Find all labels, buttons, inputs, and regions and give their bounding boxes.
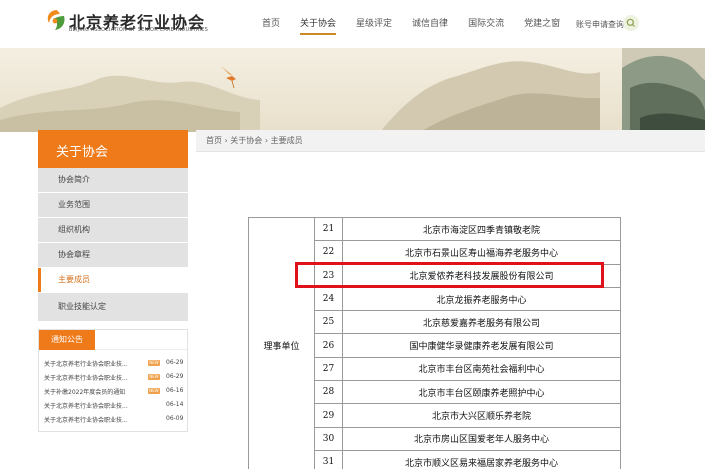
sidebar-item-skill-certification[interactable]: 职业技能认定: [38, 293, 188, 321]
member-name: 北京市大兴区顺乐养老院: [342, 403, 621, 428]
association-logo-icon[interactable]: [44, 8, 68, 32]
new-badge: NEW: [148, 388, 160, 394]
table-row: 理事单位 21 北京市海淀区四季青镇敬老院: [248, 216, 621, 469]
nav-party[interactable]: 党建之窗: [524, 0, 560, 48]
nav-about[interactable]: 关于协会: [300, 0, 337, 48]
new-badge: NEW: [148, 374, 160, 380]
member-number: 29: [314, 403, 343, 428]
member-number: 28: [314, 380, 343, 405]
breadcrumb[interactable]: 首页 › 关于协会 › 主要成员: [196, 130, 705, 152]
notice-item-text[interactable]: 关于北京养老行业协会职业技...: [44, 401, 128, 410]
sidebar-item-scope[interactable]: 业务范围: [38, 193, 188, 217]
member-number: 31: [314, 449, 343, 469]
site-subtitle-en: BEIJING ASSOCIATION OF SENIOR CARE INDUS…: [69, 27, 209, 33]
nav-international[interactable]: 国际交流: [468, 0, 504, 48]
member-name: 北京慈爱嘉养老服务有限公司: [342, 310, 621, 335]
nav-star-rating[interactable]: 星级评定: [356, 0, 392, 48]
unit-type-cell: 理事单位: [248, 216, 315, 469]
notice-item-text[interactable]: 关于北京养老行业协会职业技...: [44, 359, 128, 368]
member-name: 北京市丰台区南苑社会福利中心: [342, 356, 621, 382]
member-name: 国中康健华录健康养老发展有限公司: [342, 333, 621, 358]
member-number: 30: [314, 426, 343, 451]
highlighted-row-annotation: [295, 262, 604, 288]
member-name: 北京市房山区国爱老年人服务中心: [342, 426, 621, 451]
notice-item-date: 06-29: [166, 373, 184, 380]
new-badge: NEW: [148, 360, 160, 366]
notice-item[interactable]: 关于北京养老行业协会职业技... NEW 06-29: [44, 371, 185, 384]
member-number: 27: [314, 356, 343, 382]
sidebar-item-organization[interactable]: 组织机构: [38, 218, 188, 242]
nav-integrity[interactable]: 诚信自律: [412, 0, 448, 48]
notice-item[interactable]: 关于北京养老行业协会职业技... 06-09: [44, 413, 185, 426]
main-nav: 首页 关于协会 星级评定 诚信自律 国际交流 党建之窗: [262, 0, 580, 48]
notice-item-date: 06-29: [166, 359, 184, 366]
notice-panel: 通知公告 关于北京养老行业协会职业技... NEW 06-29 关于北京养老行业…: [38, 329, 188, 432]
member-name: 北京市海淀区四季青镇敬老院: [342, 216, 621, 242]
site-header: 北京养老行业协会 BEIJING ASSOCIATION OF SENIOR C…: [0, 0, 705, 48]
notice-item[interactable]: 关于补缴2022年度会员的通知 NEW 06-16: [44, 385, 185, 398]
member-number: 26: [314, 333, 343, 358]
member-number: 24: [314, 286, 343, 312]
notice-item-text[interactable]: 关于北京养老行业协会职业技...: [44, 373, 128, 382]
nav-home[interactable]: 首页: [262, 0, 280, 48]
members-table: 理事单位 21 北京市海淀区四季青镇敬老院 22 北京市石景山区寿山福海养老服务…: [248, 216, 621, 469]
member-number: 21: [314, 216, 343, 242]
member-name: 北京市丰台区颐康养老照护中心: [342, 380, 621, 405]
ink-landscape-icon: [0, 48, 705, 132]
sidebar-item-intro[interactable]: 协会简介: [38, 168, 188, 192]
notice-item-date: 06-09: [166, 415, 184, 422]
member-number: 25: [314, 310, 343, 335]
sidebar-menu: 协会简介 业务范围 组织机构 协会章程 主要成员 职业技能认定: [38, 168, 188, 322]
sidebar-item-members[interactable]: 主要成员: [38, 268, 188, 292]
sidebar-header: 关于协会: [38, 130, 188, 168]
notice-header: 通知公告: [39, 330, 187, 350]
notice-item-text[interactable]: 关于北京养老行业协会职业技...: [44, 415, 128, 424]
notice-item-text[interactable]: 关于补缴2022年度会员的通知: [44, 387, 125, 396]
member-name: 北京市顺义区易来福居家养老服务中心: [342, 449, 621, 469]
notice-item[interactable]: 关于北京养老行业协会职业技... 06-14: [44, 399, 185, 412]
sidebar-title: 关于协会: [56, 145, 109, 160]
member-name: 北京市石景山区寿山福海养老服务中心: [342, 240, 621, 265]
search-icon: [626, 18, 635, 27]
sidebar-item-charter[interactable]: 协会章程: [38, 243, 188, 267]
banner-landscape: [0, 48, 705, 132]
notice-item-date: 06-14: [166, 401, 184, 408]
member-name: 北京龙振养老服务中心: [342, 286, 621, 312]
notice-item[interactable]: 关于北京养老行业协会职业技... NEW 06-29: [44, 357, 185, 370]
notice-item-date: 06-16: [166, 387, 184, 394]
account-query-link[interactable]: 账号申请查询: [576, 19, 624, 30]
notice-title: 通知公告: [39, 330, 95, 350]
search-button[interactable]: [623, 15, 639, 31]
member-number: 22: [314, 240, 343, 265]
